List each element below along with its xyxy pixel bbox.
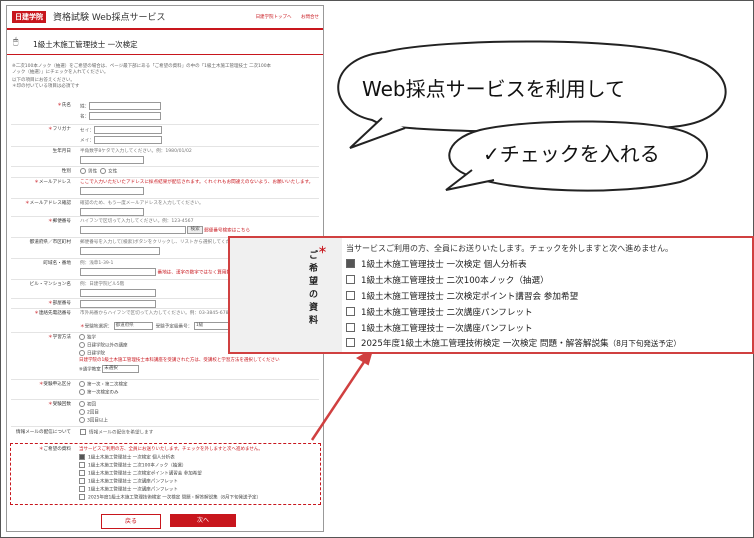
- materials-label: ご希望の資料: [308, 251, 318, 326]
- materials-note-zoom: 当サービスご利用の方、全員にお送りいたします。チェックを外しますと次へ進めません…: [346, 244, 673, 253]
- material-item: 1級土木施工管理技士 二次講座パンフレット: [346, 306, 533, 318]
- material-checkbox[interactable]: [346, 323, 355, 332]
- materials-label-cell: ＊ご希望の資料: [230, 238, 342, 352]
- material-item: 1級土木施工管理技士 一次検定 個人分析表: [346, 258, 527, 270]
- callout-arrow-line: [310, 355, 370, 441]
- material-checkbox[interactable]: [346, 291, 355, 300]
- material-item: 2025年度1級土木施工管理技術検定 一次検定 問題・解答解説集（8月下旬発送予…: [346, 337, 681, 349]
- materials-zoom-panel: ＊ご希望の資料 当サービスご利用の方、全員にお送りいたします。チェックを外します…: [228, 236, 754, 354]
- material-item: 1級土木施工管理技士 二次検定ポイント講習会 参加希望: [346, 290, 578, 302]
- bubble-2-text: ✓チェックを入れる: [483, 142, 660, 166]
- material-checkbox[interactable]: [346, 338, 355, 347]
- bubble-1-text: Web採点サービスを利用して: [362, 77, 626, 101]
- material-checkbox-checked[interactable]: [346, 259, 355, 268]
- material-checkbox[interactable]: [346, 275, 355, 284]
- material-item: 1級土木施工管理技士 二次100本ノック（抽選）: [346, 274, 549, 286]
- material-item: 1級土木施工管理技士 一次講座パンフレット: [346, 322, 533, 334]
- material-checkbox[interactable]: [346, 307, 355, 316]
